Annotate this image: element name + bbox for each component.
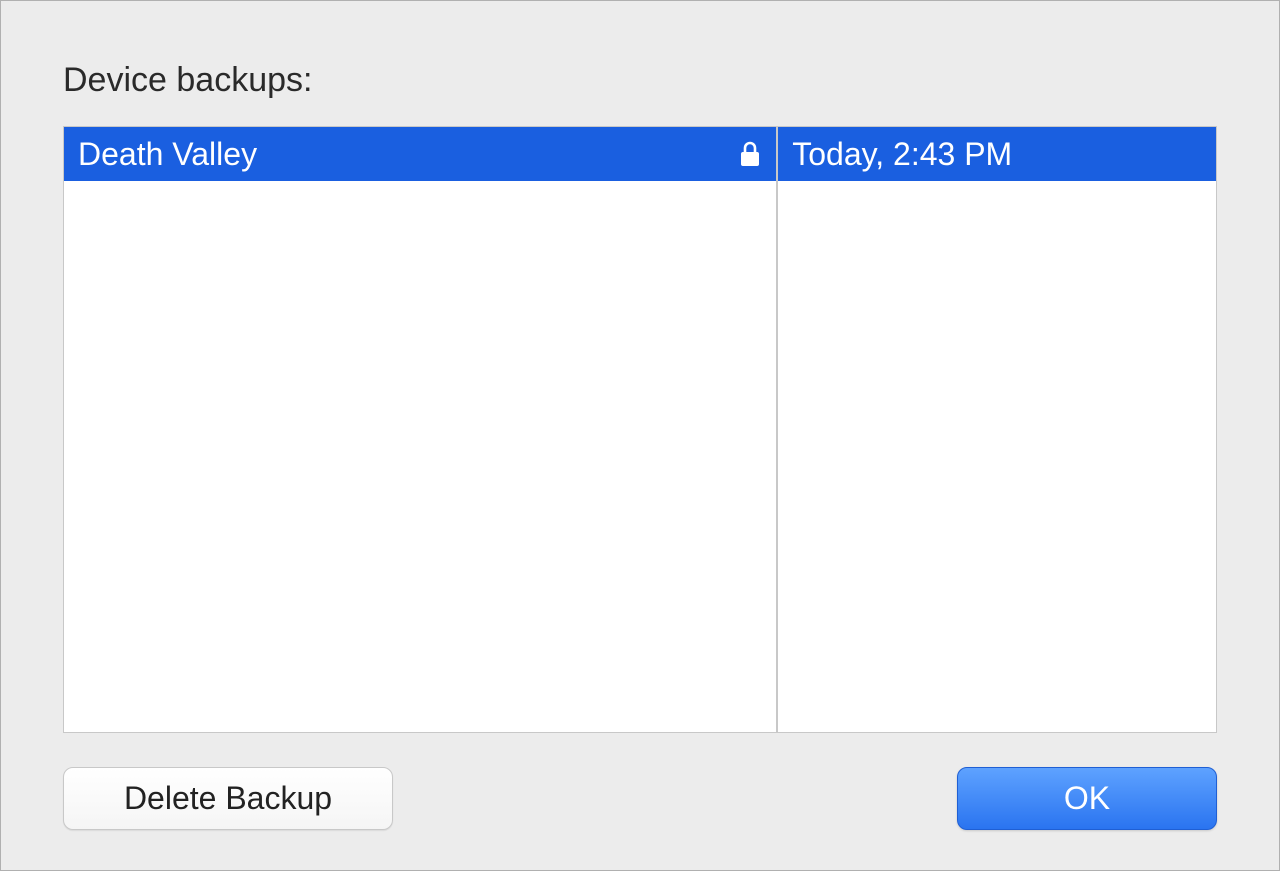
delete-backup-button[interactable]: Delete Backup xyxy=(63,767,393,830)
backup-row[interactable]: Death Valley Today, 2:43 PM xyxy=(64,127,1216,181)
ok-button[interactable]: OK xyxy=(957,767,1217,830)
table-col-name xyxy=(64,181,778,732)
backup-name: Death Valley xyxy=(78,138,257,170)
button-row: Delete Backup OK xyxy=(63,767,1217,830)
lock-icon xyxy=(738,140,762,168)
dialog-title: Device backups: xyxy=(63,61,1217,100)
backup-name-cell: Death Valley xyxy=(64,127,778,181)
backup-date-cell: Today, 2:43 PM xyxy=(778,127,1216,181)
table-col-date xyxy=(778,181,1216,732)
table-empty-area xyxy=(64,181,1216,732)
backup-date: Today, 2:43 PM xyxy=(792,138,1012,170)
backups-table: Death Valley Today, 2:43 PM xyxy=(63,126,1217,733)
device-backups-dialog: Device backups: Death Valley Today, 2:43… xyxy=(1,1,1279,870)
